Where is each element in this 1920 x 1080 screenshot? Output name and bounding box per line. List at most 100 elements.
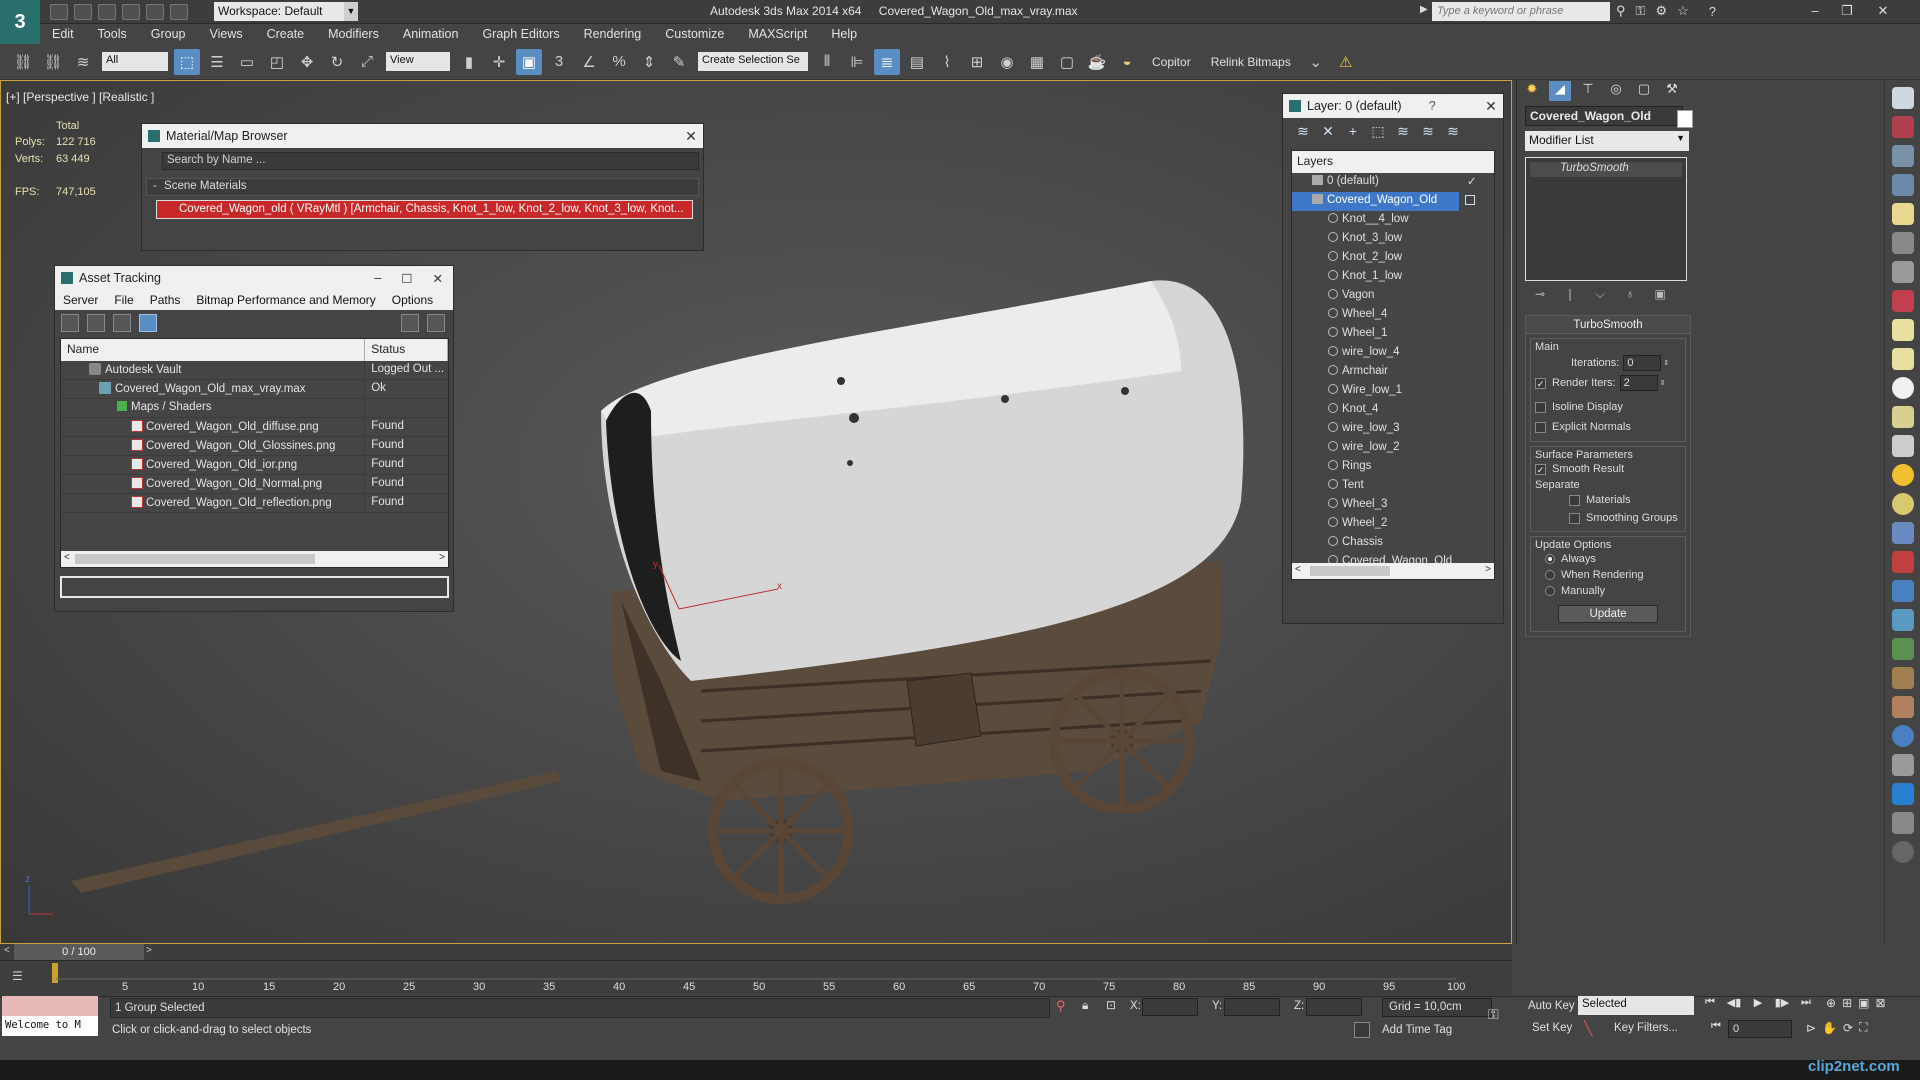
menu-options[interactable]: Options — [384, 293, 441, 307]
curve-editor-icon[interactable]: ⌇ — [934, 49, 960, 75]
z-coord-field[interactable] — [1306, 998, 1362, 1016]
object-item[interactable]: Wire_low_1 — [1292, 382, 1494, 401]
object-item[interactable]: Wheel_3 — [1292, 496, 1494, 515]
list-view-icon[interactable] — [87, 314, 105, 332]
scrollbar-thumb[interactable] — [1310, 566, 1390, 576]
sky-icon[interactable] — [1891, 609, 1914, 631]
mirror-icon[interactable]: ⫴ — [814, 49, 840, 75]
previous-frame-icon[interactable]: ◀▮ — [1724, 996, 1744, 1014]
render-production-icon[interactable]: ☕ — [1084, 49, 1110, 75]
object-item[interactable]: Wheel_2 — [1292, 515, 1494, 534]
menu-file[interactable]: File — [106, 293, 141, 307]
menu-edit[interactable]: Edit — [40, 24, 86, 44]
chevron-down-icon[interactable]: ▼ — [344, 2, 358, 21]
move-icon[interactable]: ✥ — [294, 49, 320, 75]
horizontal-scrollbar[interactable]: < > — [61, 551, 448, 567]
unlink-icon[interactable]: ⛓ — [40, 49, 66, 75]
help-icon[interactable] — [1891, 841, 1914, 863]
zoom-all-icon[interactable]: ⊞ — [1842, 996, 1852, 1010]
play-icon[interactable]: ▶ — [1748, 996, 1768, 1014]
undo-icon[interactable] — [122, 4, 140, 20]
menu-bitmap-performance[interactable]: Bitmap Performance and Memory — [188, 293, 383, 307]
refresh-icon[interactable] — [61, 314, 79, 332]
selection-filter-dropdown[interactable]: All — [102, 52, 168, 71]
add-time-tag-button[interactable]: Add Time Tag — [1382, 1024, 1452, 1036]
panel-icon[interactable] — [1891, 145, 1914, 167]
set-key-icon[interactable]: ╲ — [1584, 1020, 1592, 1037]
layer-manager-icon[interactable]: ≣ — [874, 48, 900, 75]
fur-icon[interactable] — [1891, 551, 1914, 573]
select-manipulate-icon[interactable]: ✛ — [486, 49, 512, 75]
star-icon[interactable]: ☆ — [1677, 3, 1689, 19]
search-input[interactable]: Type a keyword or phrase — [1432, 2, 1610, 21]
fov-icon[interactable]: ⊳ — [1806, 1021, 1816, 1035]
minimize-button[interactable]: – — [1802, 3, 1828, 20]
object-item[interactable]: Knot_1_low — [1292, 268, 1494, 287]
maximize-viewport-icon[interactable]: ⛶ — [1859, 1020, 1867, 1035]
horizontal-scrollbar[interactable]: < > — [1292, 563, 1494, 579]
object-item[interactable]: Rings — [1292, 458, 1494, 477]
explicit-normals-checkbox[interactable] — [1535, 421, 1546, 433]
render-setup-icon[interactable]: ▦ — [1024, 49, 1050, 75]
set-key-mode-icon[interactable]: ⚿ — [1488, 1006, 1499, 1023]
motion-tab-icon[interactable]: ◎ — [1605, 81, 1627, 101]
maximize-icon[interactable]: ☐ — [401, 271, 412, 286]
iterations-spinner[interactable]: 0 — [1623, 355, 1662, 371]
select-in-layer-icon[interactable]: ⬚ — [1368, 123, 1388, 143]
menu-animation[interactable]: Animation — [391, 24, 471, 44]
go-to-start-icon[interactable]: ⏮ — [1700, 996, 1720, 1014]
freeze-all-icon[interactable]: ≋ — [1443, 123, 1463, 143]
scale-icon[interactable]: ⤢ — [354, 49, 380, 75]
pin-stack-icon[interactable]: ⊸ — [1531, 287, 1549, 303]
menu-group[interactable]: Group — [139, 24, 198, 44]
sun-icon[interactable] — [1891, 464, 1914, 486]
dome-icon[interactable] — [1891, 348, 1914, 370]
redo-icon[interactable] — [146, 4, 164, 20]
menu-help[interactable]: Help — [819, 24, 869, 44]
maxscript-output[interactable]: Welcome to M — [2, 1016, 98, 1036]
object-name-field[interactable]: Covered_Wagon_Old — [1525, 106, 1683, 126]
minimize-icon[interactable]: – — [374, 271, 381, 286]
absolute-mode-icon[interactable]: ⊡ — [1106, 998, 1116, 1012]
cone-icon[interactable] — [1891, 435, 1914, 457]
plane-icon[interactable] — [1891, 319, 1914, 341]
when-rendering-radio[interactable] — [1545, 570, 1555, 580]
materials-checkbox[interactable] — [1569, 494, 1580, 506]
render-icon[interactable] — [1891, 116, 1914, 138]
scroll-left-icon[interactable]: < — [64, 552, 70, 563]
column-name[interactable]: Name — [61, 339, 366, 361]
table-view-icon[interactable] — [139, 314, 157, 332]
table-row[interactable]: Covered_Wagon_Old_max_vray.max Ok — [61, 380, 448, 399]
spinner-snap-icon[interactable]: ⇕ — [636, 49, 662, 75]
material-editor-icon[interactable]: ◉ — [994, 49, 1020, 75]
always-radio[interactable] — [1545, 554, 1555, 564]
material-ball-icon[interactable] — [1891, 783, 1914, 805]
menu-server[interactable]: Server — [55, 293, 106, 307]
table-row[interactable]: Autodesk Vault Logged Out ... — [61, 361, 448, 380]
prev-frame-icon[interactable]: < — [4, 945, 10, 956]
proxy-icon[interactable] — [1891, 580, 1914, 602]
chevron-down-icon[interactable]: ⌄ — [1303, 49, 1329, 75]
object-item[interactable]: Chassis — [1292, 534, 1494, 553]
column-status[interactable]: Status — [365, 339, 448, 361]
table-row[interactable]: Covered_Wagon_Old_ior.png Found — [61, 456, 448, 475]
light-icon[interactable] — [1891, 203, 1914, 225]
close-icon[interactable]: ✕ — [679, 128, 703, 145]
help-icon[interactable] — [401, 314, 419, 332]
rectangular-selection-icon[interactable]: ▭ — [234, 49, 260, 75]
zoom-extents-all-icon[interactable]: ⊠ — [1875, 996, 1885, 1010]
restore-button[interactable]: ❐ — [1834, 3, 1860, 20]
angle-snap-icon[interactable]: ∠ — [576, 49, 602, 75]
layer-item-selected[interactable]: Covered_Wagon_Old — [1292, 192, 1475, 211]
orbit-icon[interactable]: ⟳ — [1843, 1021, 1853, 1035]
layer-item[interactable]: 0 (default) ✓ — [1292, 173, 1494, 192]
maxscript-listener-input[interactable] — [2, 996, 98, 1016]
copitor-icon[interactable]: ◒ — [1114, 49, 1140, 75]
user-icon[interactable]: ⚙ — [1655, 3, 1667, 19]
update-button[interactable]: Update — [1558, 605, 1658, 623]
manually-radio[interactable] — [1545, 586, 1555, 596]
menu-modifiers[interactable]: Modifiers — [316, 24, 391, 44]
help-icon[interactable]: ? — [1429, 99, 1452, 113]
delete-layer-icon[interactable]: ✕ — [1318, 123, 1338, 143]
teapot-icon[interactable] — [1891, 87, 1914, 109]
